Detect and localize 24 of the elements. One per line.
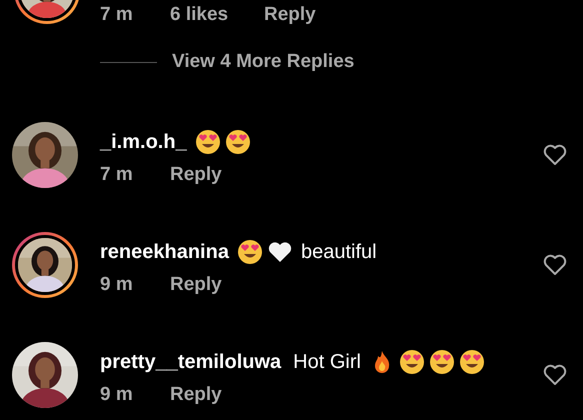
like-button[interactable]	[543, 144, 567, 166]
heart-eyes-face-icon	[458, 348, 485, 374]
comment-time: 7 m	[100, 164, 134, 184]
reply-button[interactable]: Reply	[170, 164, 222, 184]
like-button[interactable]	[543, 254, 567, 276]
comment-time: 9 m	[100, 274, 134, 294]
reply-button[interactable]: Reply	[170, 274, 222, 294]
comment-text: beautiful	[300, 240, 377, 264]
username[interactable]: reneekhanina	[100, 236, 229, 266]
heart-eyes-face-icon	[224, 128, 251, 154]
username[interactable]: _i.m.o.h_	[100, 126, 187, 156]
heart-eyes-face-icon	[428, 348, 455, 374]
heart-eyes-face-icon	[236, 238, 263, 264]
like-button[interactable]	[543, 364, 567, 386]
comment-text: Hot Girl	[293, 350, 361, 374]
comment-time: 9 m	[100, 384, 134, 404]
reply-button[interactable]: Reply	[170, 384, 222, 404]
heart-eyes-face-icon	[194, 128, 221, 154]
heart-eyes-face-icon	[398, 348, 425, 374]
view-more-replies-link[interactable]: View 4 More Replies	[172, 48, 354, 76]
comment-time: 7 m	[100, 5, 134, 24]
like-count: 6 likes	[170, 5, 230, 24]
reply-button[interactable]: Reply	[264, 5, 316, 24]
username[interactable]: pretty__temiloluwa	[100, 346, 282, 376]
